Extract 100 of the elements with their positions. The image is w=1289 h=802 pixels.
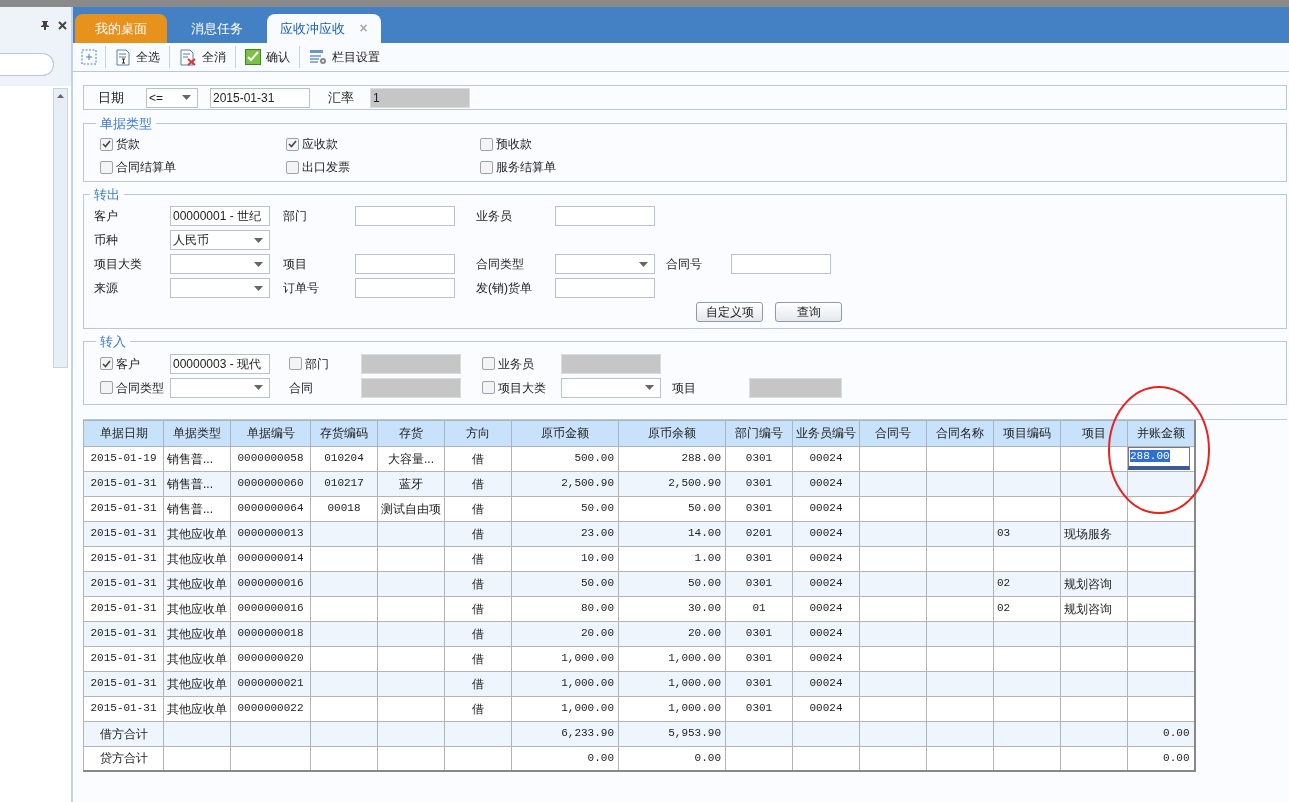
- dropdown-arrow-icon[interactable]: [254, 385, 263, 390]
- column-header[interactable]: 原币余额: [618, 420, 726, 446]
- table-cell: 0201: [725, 521, 793, 546]
- document-delete-icon: [179, 48, 197, 66]
- table-cell: 00024: [792, 571, 860, 596]
- table-cell: 借: [444, 696, 512, 721]
- tab[interactable]: 消息任务: [167, 14, 267, 43]
- column-header[interactable]: 部门编号: [725, 420, 793, 446]
- table-cell: 0000000016: [230, 571, 311, 596]
- checkbox-label: 出口发票: [302, 159, 350, 176]
- table-cell: 2015-01-31: [83, 471, 164, 496]
- checkbox[interactable]: [286, 160, 299, 174]
- table-cell: 02: [993, 571, 1061, 596]
- checkbox-label: 服务结算单: [496, 159, 556, 176]
- table-cell: 14.00: [618, 521, 726, 546]
- table-cell: 03: [993, 521, 1061, 546]
- table-cell: 00024: [792, 496, 860, 521]
- dropdown-arrow-icon[interactable]: [254, 261, 263, 267]
- checkbox[interactable]: [482, 381, 495, 394]
- toolbar-button[interactable]: 确认: [244, 45, 291, 69]
- dropdown-arrow-icon[interactable]: [182, 95, 191, 100]
- checkbox[interactable]: [480, 160, 493, 174]
- table-cell: 50.00: [618, 496, 726, 521]
- table-cell: 02: [993, 596, 1061, 621]
- search-field[interactable]: [0, 53, 54, 76]
- checkbox[interactable]: [100, 160, 113, 174]
- input-field[interactable]: [355, 278, 455, 298]
- table-cell: 01: [725, 596, 793, 621]
- input-field[interactable]: 00000003 - 现代: [170, 353, 270, 374]
- dropdown-field[interactable]: <=: [146, 87, 198, 108]
- column-header[interactable]: 原币金额: [511, 420, 619, 446]
- column-header[interactable]: 项目编码: [993, 420, 1061, 446]
- table-cell: 1,000.00: [618, 696, 726, 721]
- dropdown-arrow-icon[interactable]: [254, 237, 263, 243]
- column-header[interactable]: 单据日期: [83, 420, 164, 446]
- table-cell: 借: [444, 621, 512, 646]
- input-field[interactable]: [555, 206, 655, 226]
- table-cell: 借: [444, 496, 512, 521]
- table-cell: 借: [444, 471, 512, 496]
- toolbar-button[interactable]: 全消: [178, 45, 227, 69]
- table-cell: 0000000016: [230, 596, 311, 621]
- input-field[interactable]: 00000001 - 世纪: [170, 206, 270, 226]
- dropdown-field[interactable]: 人民币: [170, 230, 270, 250]
- dropdown-field[interactable]: [170, 377, 270, 398]
- field-label: 项目: [283, 256, 307, 273]
- checkbox[interactable]: [480, 137, 493, 151]
- column-header[interactable]: 合同号: [859, 420, 927, 446]
- table-cell: 规划咨询: [1060, 571, 1128, 596]
- dropdown-arrow-icon[interactable]: [254, 285, 263, 291]
- close-icon[interactable]: [58, 20, 67, 30]
- toolbar-button[interactable]: 栏目设置: [308, 45, 381, 69]
- input-field[interactable]: [731, 254, 831, 274]
- table-cell: 0301: [725, 496, 793, 521]
- field-label: 订单号: [283, 280, 319, 297]
- field-label: 日期: [98, 88, 125, 107]
- input-field[interactable]: [555, 278, 655, 298]
- input-field[interactable]: 288.00: [1128, 447, 1190, 470]
- pin-icon[interactable]: [40, 20, 50, 30]
- input-field[interactable]: [355, 254, 455, 274]
- column-header[interactable]: 业务员编号: [792, 420, 860, 446]
- dropdown-field[interactable]: [555, 254, 655, 274]
- table-cell: 2,500.90: [618, 471, 726, 496]
- dropdown-field[interactable]: [170, 254, 270, 274]
- scrollbar[interactable]: [53, 88, 68, 368]
- dropdown-arrow-icon[interactable]: [645, 385, 654, 390]
- checkbox[interactable]: [100, 357, 113, 370]
- checkbox[interactable]: [100, 381, 113, 394]
- add-icon[interactable]: [81, 49, 97, 65]
- column-header[interactable]: 存货编码: [310, 420, 378, 446]
- checkbox[interactable]: [286, 137, 299, 151]
- checkbox[interactable]: [482, 357, 495, 370]
- table-cell: 0000000022: [230, 696, 311, 721]
- column-header[interactable]: 项目: [1060, 420, 1128, 446]
- toolbar-button[interactable]: 全选: [114, 45, 161, 69]
- tab[interactable]: 应收冲应收 ×: [267, 14, 381, 43]
- table-cell: 00024: [792, 671, 860, 696]
- column-header[interactable]: 单据类型: [163, 420, 231, 446]
- table-cell: 其他应收单: [163, 521, 231, 546]
- column-header[interactable]: 方向: [444, 420, 512, 446]
- input-field[interactable]: [355, 206, 455, 226]
- dropdown-arrow-icon[interactable]: [639, 261, 648, 267]
- field-label: 部门: [305, 355, 329, 373]
- button[interactable]: 自定义项: [696, 302, 763, 322]
- button[interactable]: 查询: [775, 302, 842, 322]
- scroll-up-icon[interactable]: [57, 94, 64, 98]
- table-cell: 2015-01-19: [83, 446, 164, 471]
- column-header[interactable]: 合同名称: [926, 420, 994, 446]
- dropdown-field[interactable]: [170, 278, 270, 298]
- input-field[interactable]: 2015-01-31: [210, 87, 310, 108]
- checkmark-icon: [245, 49, 261, 65]
- column-header[interactable]: 存货: [377, 420, 445, 446]
- field-label: 项目大类: [498, 379, 546, 397]
- dropdown-field[interactable]: [561, 377, 661, 398]
- column-header[interactable]: 单据编号: [230, 420, 311, 446]
- checkbox[interactable]: [100, 137, 113, 151]
- table-cell: 借: [444, 596, 512, 621]
- table-cell: 0301: [725, 646, 793, 671]
- table-cell: 50.00: [511, 496, 619, 521]
- column-header[interactable]: 并账金额: [1127, 420, 1195, 446]
- checkbox[interactable]: [289, 357, 302, 370]
